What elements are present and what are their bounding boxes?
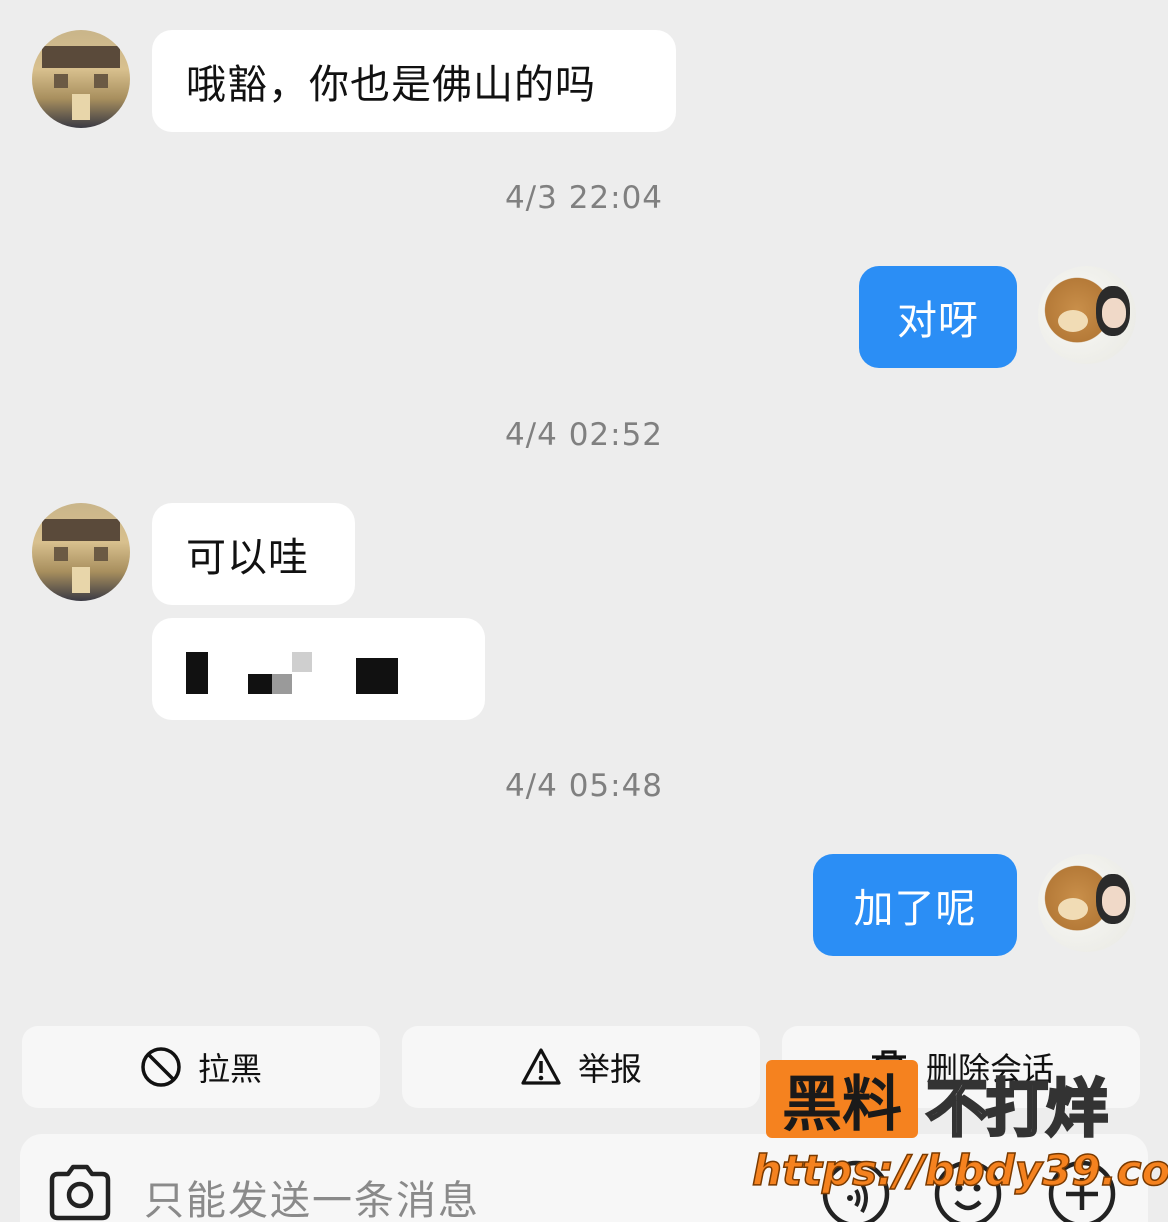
report-button[interactable]: 举报 xyxy=(402,1026,760,1108)
watermark-text: 不打烊 xyxy=(924,1071,1109,1147)
redaction-block xyxy=(248,674,272,694)
user-avatar[interactable] xyxy=(1038,266,1136,364)
message-bubble-outgoing[interactable]: 对呀 xyxy=(859,266,1017,368)
contact-avatar[interactable] xyxy=(32,30,130,128)
block-button[interactable]: 拉黑 xyxy=(22,1026,380,1108)
message-text: 对呀 xyxy=(897,298,979,344)
report-label: 举报 xyxy=(577,1050,642,1088)
message-timestamp: 4/4 05:48 xyxy=(504,768,664,804)
watermark-badge-text: 黑料 xyxy=(782,1069,902,1140)
message-text: 哦豁，你也是佛山的吗 xyxy=(186,62,596,108)
contact-avatar[interactable] xyxy=(32,503,130,601)
message-bubble-incoming[interactable]: 哦豁，你也是佛山的吗 xyxy=(152,30,676,132)
message-bubble-outgoing[interactable]: 加了呢 xyxy=(813,854,1017,956)
message-timestamp: 4/4 02:52 xyxy=(504,417,664,453)
warning-icon xyxy=(521,1048,561,1085)
block-label: 拉黑 xyxy=(197,1050,262,1088)
redaction-block xyxy=(272,674,292,694)
block-icon xyxy=(141,1047,181,1087)
redaction-block xyxy=(292,652,312,672)
message-text: 加了呢 xyxy=(853,886,977,932)
message-timestamp: 4/3 22:04 xyxy=(504,180,664,216)
message-bubble-redacted[interactable] xyxy=(152,618,485,720)
watermark-badge: 黑料 xyxy=(766,1060,918,1140)
redaction-block xyxy=(186,652,208,694)
camera-icon[interactable] xyxy=(44,1156,116,1222)
watermark-url: https://bbdy39.com xyxy=(751,1145,1168,1196)
user-avatar[interactable] xyxy=(1038,854,1136,952)
message-text: 可以哇 xyxy=(186,535,309,581)
message-bubble-incoming[interactable]: 可以哇 xyxy=(152,503,355,605)
message-input[interactable]: 只能发送一条消息 xyxy=(144,1168,480,1222)
redaction-block xyxy=(356,658,398,694)
